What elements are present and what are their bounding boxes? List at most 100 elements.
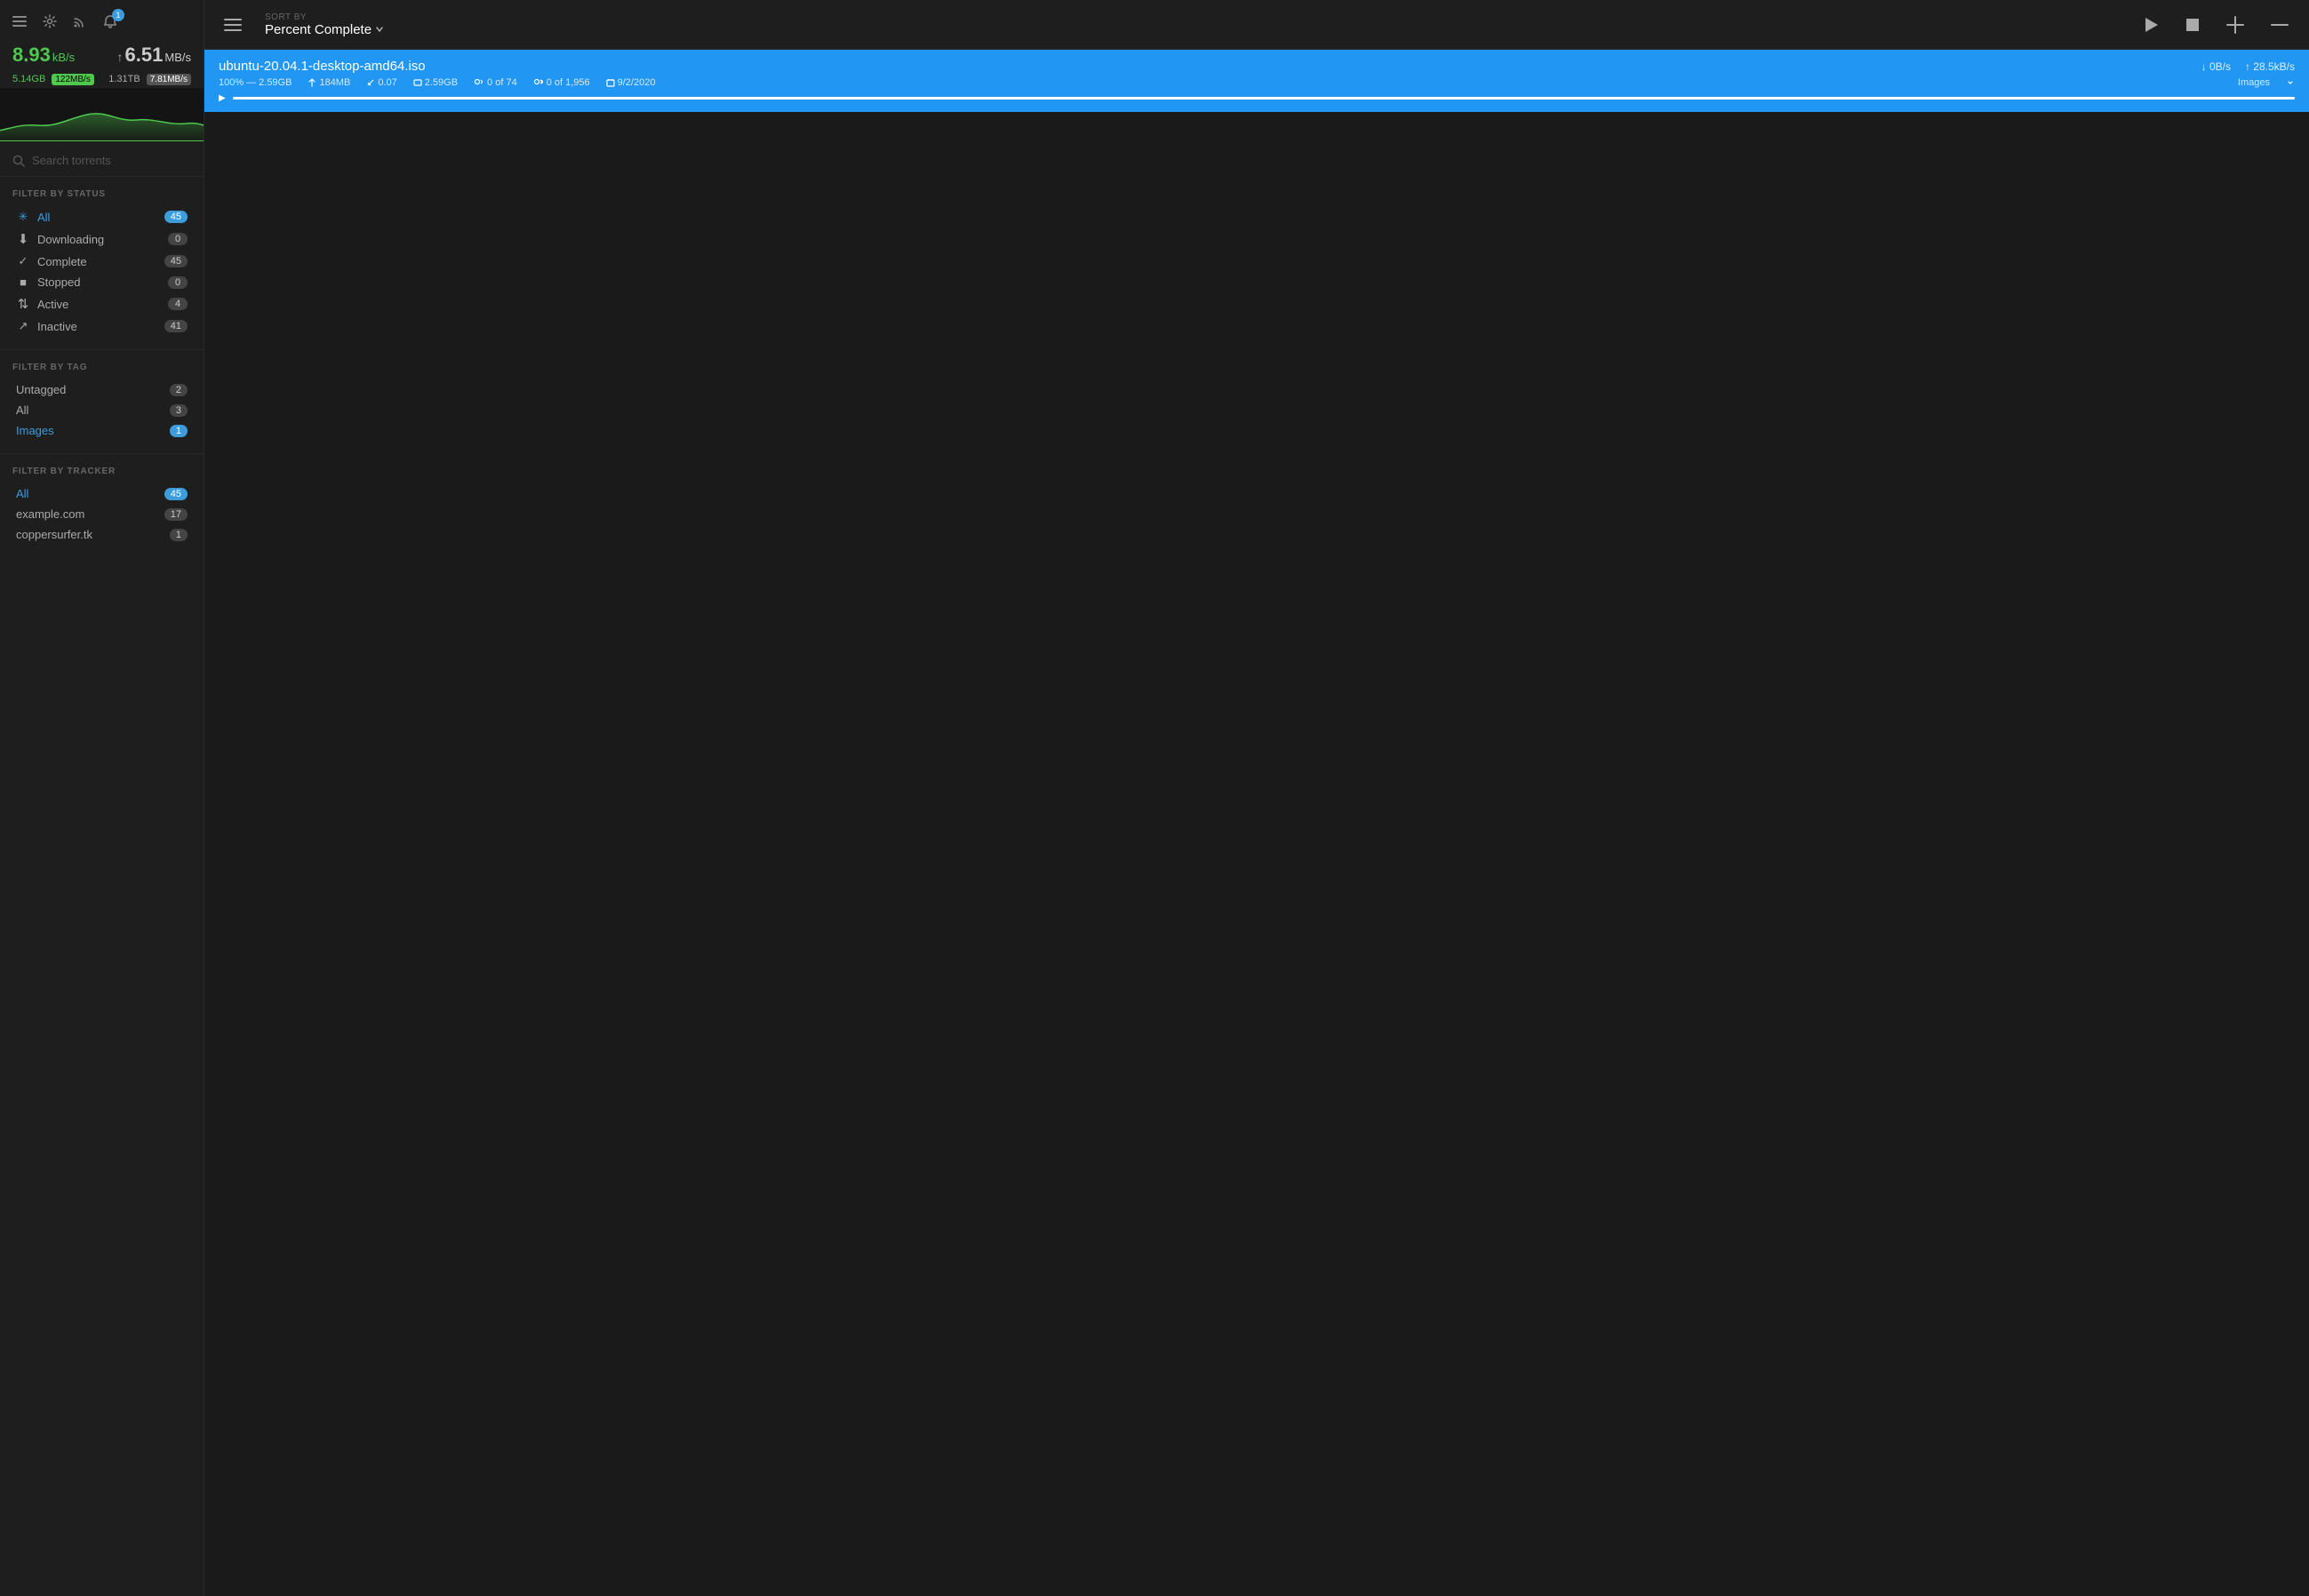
- stop-icon: [2185, 17, 2201, 33]
- search-area: [0, 141, 204, 172]
- filter-downloading-label: Downloading: [37, 233, 104, 246]
- torrent-date: 9/2/2020: [606, 77, 656, 88]
- torrent-seeds: 0 of 74: [474, 77, 517, 88]
- filter-by-status: FILTER BY STATUS ✳ All 45 ⬇ Downloading …: [0, 180, 204, 346]
- torrent-actual-size: 2.59GB: [413, 77, 458, 88]
- torrent-play-button[interactable]: ▶: [219, 93, 226, 103]
- filter-all[interactable]: ✳ All 45: [12, 206, 191, 227]
- filter-tracker-title: FILTER BY TRACKER: [12, 467, 191, 476]
- remove-torrent-button[interactable]: [2265, 10, 2295, 40]
- progress-fill: [233, 97, 2295, 100]
- speed-down-unit: kB/s: [52, 51, 75, 64]
- sort-value-text: Percent Complete: [265, 22, 372, 37]
- tag-untagged-label: Untagged: [16, 383, 66, 396]
- torrent-meta: 100% — 2.59GB 184MB 0.07 2.59GB: [219, 77, 2295, 88]
- tag-chevron-icon: [2286, 78, 2295, 87]
- ratio-icon: [366, 78, 375, 87]
- filter-active-count: 4: [168, 298, 188, 310]
- add-torrent-button[interactable]: [2220, 10, 2250, 40]
- tag-all[interactable]: All 3: [12, 400, 191, 420]
- graph-bottom-line: [0, 140, 204, 141]
- filter-all-label: All: [37, 211, 50, 224]
- notification-badge: 1: [112, 9, 124, 21]
- filter-downloading[interactable]: ⬇ Downloading 0: [12, 227, 191, 251]
- sort-group: SORT BY Percent Complete: [265, 12, 384, 37]
- hamburger-menu-button[interactable]: [219, 11, 247, 39]
- downloading-icon: ⬇: [16, 231, 30, 247]
- size-icon: [413, 78, 422, 87]
- toolbar: SORT BY Percent Complete: [204, 0, 2309, 50]
- add-icon: [2225, 15, 2245, 35]
- play-icon: [2142, 16, 2160, 34]
- tracker-coppersurfer-label: coppersurfer.tk: [16, 528, 92, 541]
- tag-images-count: 1: [170, 425, 188, 437]
- divider-1: [0, 176, 204, 177]
- torrent-speeds: ↓ 0B/s ↑ 28.5kB/s: [2201, 60, 2295, 73]
- speed-graph: [0, 88, 204, 141]
- filter-stopped[interactable]: ■ Stopped 0: [12, 272, 191, 292]
- sidebar: 1 8.93 kB/s ↑ 6.51 MB/s 5.14GB: [0, 0, 204, 1596]
- top-icons: 1: [12, 14, 191, 33]
- stop-button[interactable]: [2179, 12, 2206, 38]
- disk-used: 5.14GB 122MB/s: [12, 74, 94, 84]
- sort-value[interactable]: Percent Complete: [265, 22, 384, 37]
- speed-sub: 5.14GB 122MB/s 1.31TB 7.81MB/s: [12, 74, 191, 84]
- torrent-header: ubuntu-20.04.1-desktop-amd64.iso ↓ 0B/s …: [219, 59, 2295, 74]
- search-box: [12, 154, 191, 167]
- filter-inactive[interactable]: ↙ Inactive 41: [12, 315, 191, 337]
- torrent-list: ubuntu-20.04.1-desktop-amd64.iso ↓ 0B/s …: [204, 50, 2309, 1596]
- all-icon: ✳: [16, 210, 30, 224]
- tag-untagged-count: 2: [170, 384, 188, 396]
- filter-active-label: Active: [37, 298, 68, 311]
- torrent-percent: 100% — 2.59GB: [219, 77, 292, 88]
- filter-status-title: FILTER BY STATUS: [12, 189, 191, 199]
- rss-icon[interactable]: [73, 14, 87, 33]
- tracker-all[interactable]: All 45: [12, 483, 191, 504]
- filter-active[interactable]: ⇅ Active 4: [12, 292, 191, 315]
- divider-2: [0, 349, 204, 350]
- tracker-example[interactable]: example.com 17: [12, 504, 191, 524]
- filter-inactive-count: 41: [164, 320, 188, 332]
- tracker-coppersurfer[interactable]: coppersurfer.tk 1: [12, 524, 191, 545]
- speed-up-unit: MB/s: [164, 51, 191, 64]
- filter-by-tag: FILTER BY TAG Untagged 2 All 3 Images 1: [0, 354, 204, 450]
- filter-inactive-label: Inactive: [37, 320, 77, 333]
- filter-stopped-label: Stopped: [37, 275, 80, 289]
- menu-icon[interactable]: [12, 14, 27, 33]
- torrent-ratio: 0.07: [366, 77, 396, 88]
- filter-complete-label: Complete: [37, 255, 87, 268]
- upload-icon: [308, 78, 316, 87]
- filter-complete[interactable]: ✓ Complete 45: [12, 251, 191, 272]
- torrent-item[interactable]: ubuntu-20.04.1-desktop-amd64.iso ↓ 0B/s …: [204, 50, 2309, 113]
- upload-pill: 7.81MB/s: [147, 74, 191, 85]
- speed-up-value: 6.51: [125, 44, 164, 67]
- speed-down: 8.93 kB/s: [12, 44, 75, 67]
- torrent-tag: Images: [2238, 77, 2270, 88]
- tag-all-count: 3: [170, 404, 188, 417]
- sidebar-top: 1 8.93 kB/s ↑ 6.51 MB/s 5.14GB: [0, 0, 204, 88]
- tracker-all-label: All: [16, 487, 28, 500]
- search-icon: [12, 155, 25, 167]
- remove-icon: [2270, 15, 2289, 35]
- tag-untagged[interactable]: Untagged 2: [12, 379, 191, 400]
- divider-3: [0, 453, 204, 454]
- search-input[interactable]: [32, 154, 191, 167]
- notifications-icon[interactable]: 1: [103, 14, 117, 33]
- filter-downloading-count: 0: [168, 233, 188, 245]
- play-button[interactable]: [2137, 11, 2165, 39]
- speed-up: ↑ 6.51 MB/s: [117, 44, 191, 67]
- filter-by-tracker: FILTER BY TRACKER All 45 example.com 17 …: [0, 458, 204, 554]
- tracker-example-count: 17: [164, 508, 188, 521]
- active-icon: ⇅: [16, 296, 30, 312]
- torrent-uploaded: 184MB: [308, 77, 350, 88]
- peers-icon: [533, 78, 544, 87]
- tag-images-label: Images: [16, 424, 54, 437]
- disk-pill: 122MB/s: [52, 74, 93, 85]
- upload-used: 1.31TB 7.81MB/s: [108, 74, 191, 84]
- tag-images[interactable]: Images 1: [12, 420, 191, 441]
- progress-bar-container: ▶: [219, 93, 2295, 103]
- torrent-name: ubuntu-20.04.1-desktop-amd64.iso: [219, 59, 426, 74]
- speed-down-value: 8.93: [12, 44, 51, 67]
- settings-icon[interactable]: [43, 14, 57, 33]
- tracker-coppersurfer-count: 1: [170, 529, 188, 541]
